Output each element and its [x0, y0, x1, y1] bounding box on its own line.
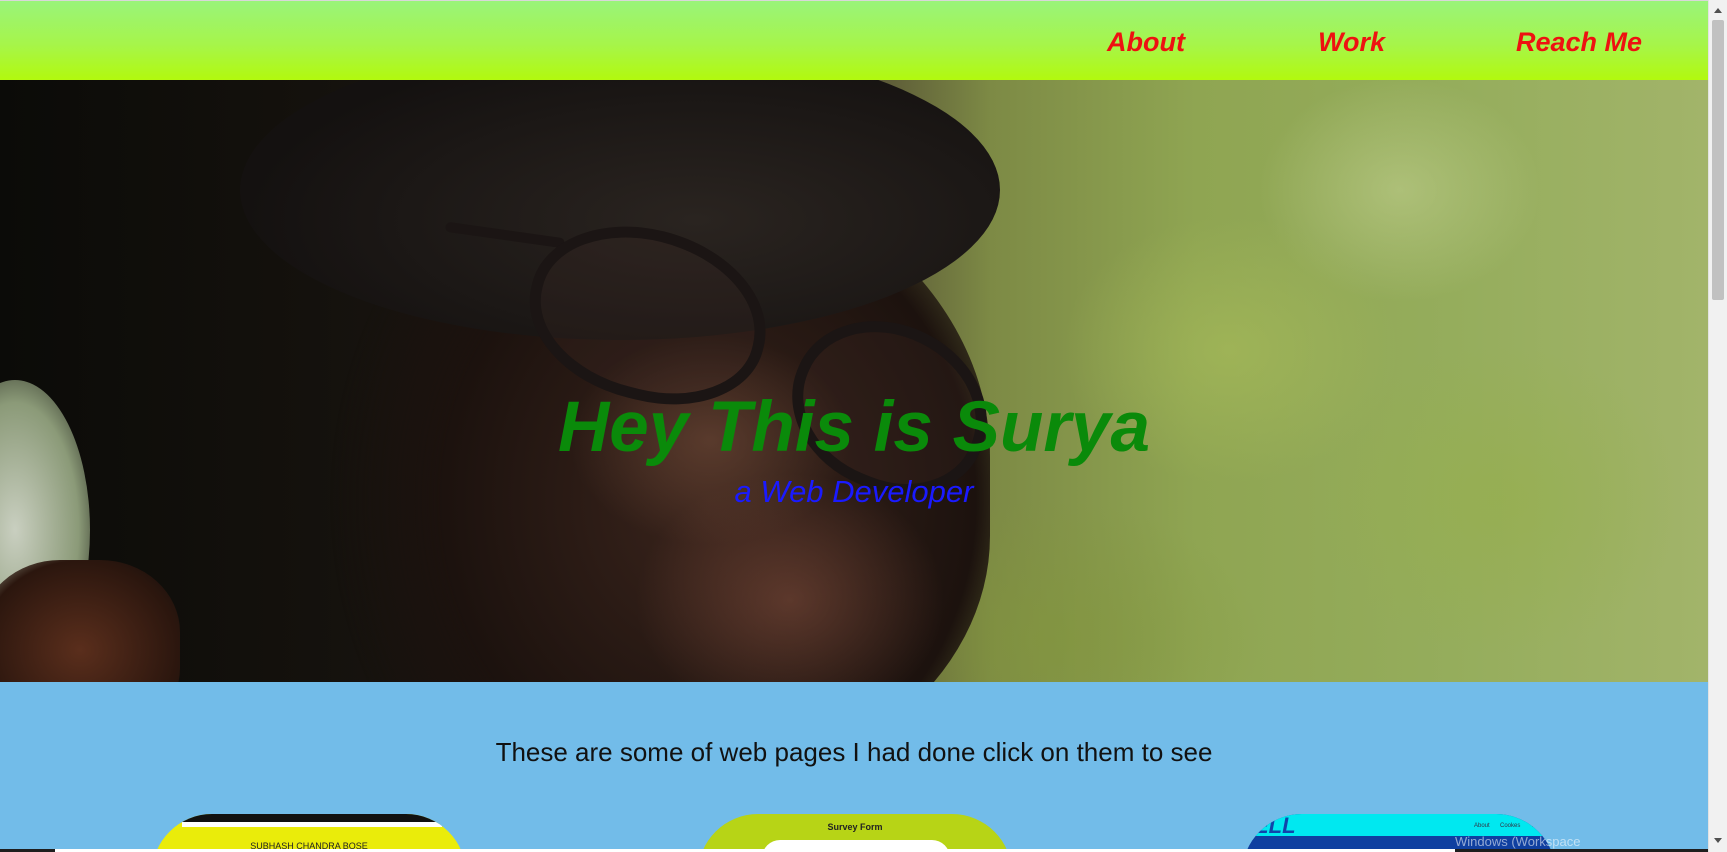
thumbnail-nav-item: Info	[1532, 823, 1543, 829]
nav-link-reach-me[interactable]: Reach Me	[1516, 29, 1642, 56]
scroll-up-arrow-icon[interactable]	[1714, 8, 1722, 13]
projects-section: These are some of web pages I had done c…	[0, 682, 1708, 852]
project-thumbnail-tribute[interactable]: SUBHASH CHANDRA BOSE	[152, 814, 466, 852]
thumbnail-label: Survey Form	[827, 822, 883, 832]
thumbnail-nav-item: Cookes	[1500, 823, 1521, 829]
hero-title: Hey This is Surya	[558, 388, 1150, 467]
nav-link-work[interactable]: Work	[1318, 29, 1385, 56]
thumbnail-logo: ELL	[1254, 814, 1296, 838]
thumbnail-header-bar	[152, 814, 466, 822]
scrollbar-thumb[interactable]	[1712, 20, 1724, 300]
scroll-down-arrow-icon[interactable]	[1714, 838, 1722, 843]
project-thumbnail-survey-form[interactable]: Survey Form	[698, 814, 1012, 852]
hero-subtitle: a Web Developer	[734, 474, 974, 509]
portfolio-page: About Work Reach Me Hey This is Surya a …	[0, 0, 1727, 852]
thumbnail-header-stripe	[182, 822, 442, 827]
hero-section: Hey This is Surya a Web Developer	[0, 80, 1708, 682]
projects-intro-text: These are some of web pages I had done c…	[495, 737, 1213, 767]
vertical-scrollbar[interactable]	[1708, 0, 1727, 852]
thumbnail-nav-item: About	[1474, 823, 1490, 829]
nav-link-about[interactable]: About	[1107, 29, 1185, 56]
hero-photo-shoulder	[0, 560, 180, 682]
top-navbar: About Work Reach Me	[0, 0, 1708, 80]
